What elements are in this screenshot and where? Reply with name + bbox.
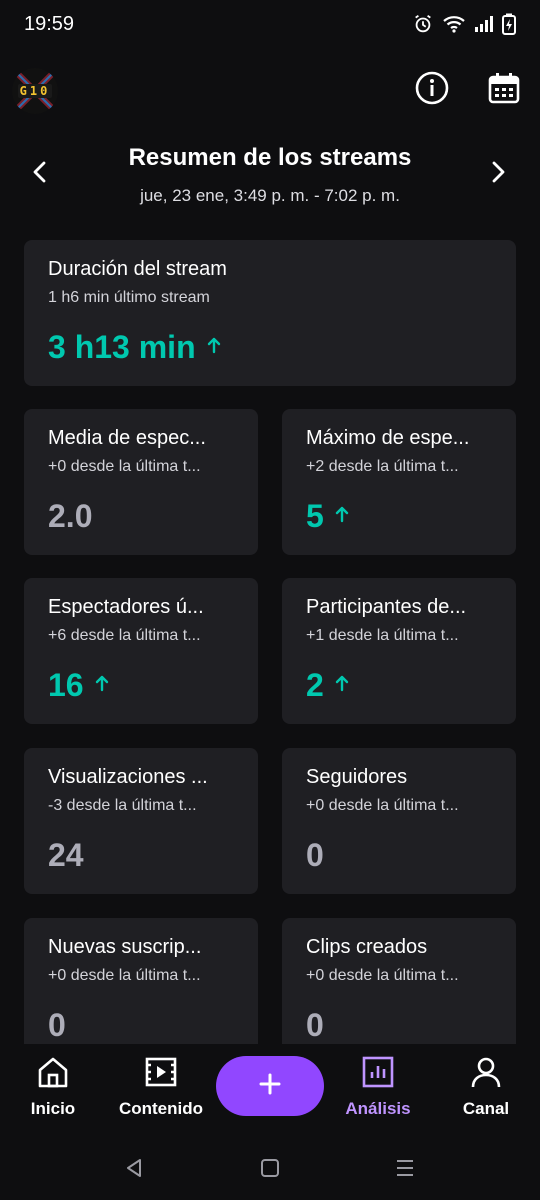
nav-item-inicio[interactable]: Inicio (0, 1056, 108, 1126)
nav-label: Contenido (118, 1099, 204, 1118)
stat-card-clips-created[interactable]: Clips creados +0 desde la última t... 0 (282, 918, 516, 1064)
card-title: Participantes de... (306, 596, 467, 618)
card-title: Seguidores (306, 766, 408, 788)
card-subtitle: -3 desde la última t... (48, 797, 197, 814)
plus-icon (258, 1072, 282, 1101)
page-title: Resumen de los streams (128, 144, 412, 171)
stat-card-chat-participants[interactable]: Participantes de... +1 desde la última t… (282, 578, 516, 724)
bottom-navigation: Inicio Contenido Análisis Canal (0, 1044, 540, 1140)
system-home-button[interactable] (252, 1152, 288, 1188)
menu-lines-icon (394, 1158, 416, 1183)
system-recents-button[interactable] (387, 1152, 423, 1188)
card-subtitle: +0 desde la última t... (48, 458, 201, 475)
film-icon (144, 1056, 178, 1093)
stat-card-followers[interactable]: Seguidores +0 desde la última t... 0 (282, 748, 516, 894)
nav-item-contenido[interactable]: Contenido (106, 1056, 216, 1126)
card-value: 2 (306, 667, 324, 703)
trend-up-icon (206, 336, 222, 359)
wifi-icon (442, 14, 466, 34)
card-value: 24 (48, 837, 84, 873)
card-subtitle: +0 desde la última t... (306, 967, 459, 984)
status-bar: 19:59 (0, 0, 540, 48)
profile-icon (469, 1056, 503, 1093)
card-value: 0 (48, 1007, 66, 1043)
card-subtitle: +6 desde la última t... (48, 627, 201, 644)
system-back-button[interactable] (116, 1152, 152, 1188)
card-title: Nuevas suscrip... (48, 936, 202, 958)
card-title: Clips creados (306, 936, 428, 958)
stat-card-average-viewers[interactable]: Media de espec... +0 desde la última t..… (24, 409, 258, 555)
analytics-icon (361, 1056, 395, 1093)
battery-charging-icon (502, 13, 516, 35)
top-bar: G10 (0, 62, 540, 118)
alarm-icon (412, 13, 434, 35)
card-subtitle: +0 desde la última t... (306, 797, 459, 814)
next-stream-button[interactable] (478, 154, 518, 194)
info-button[interactable] (412, 70, 452, 110)
home-icon (36, 1056, 70, 1093)
card-title: Media de espec... (48, 427, 206, 449)
stat-card-max-viewers[interactable]: Máximo de espe... +2 desde la última t..… (282, 409, 516, 555)
create-button[interactable] (216, 1056, 324, 1116)
stat-card-stream-duration[interactable]: Duración del stream 1 h6 min último stre… (24, 240, 516, 386)
nav-item-canal[interactable]: Canal (431, 1056, 540, 1126)
card-subtitle: 1 h6 min último stream (48, 289, 210, 306)
card-value: 16 (48, 667, 84, 703)
trend-up-icon (94, 674, 110, 697)
info-icon (415, 71, 449, 110)
calendar-icon (488, 72, 520, 109)
card-value: 0 (306, 1007, 324, 1043)
stat-card-unique-viewers[interactable]: Espectadores ú... +6 desde la última t..… (24, 578, 258, 724)
nav-label: Análisis (345, 1099, 411, 1118)
card-title: Duración del stream (48, 258, 227, 280)
card-title: Espectadores ú... (48, 596, 204, 618)
card-value: 5 (306, 498, 324, 534)
card-value: 3 h13 min (48, 329, 196, 365)
avatar[interactable]: G10 (12, 68, 58, 114)
trend-up-icon (334, 674, 350, 697)
nav-item-analisis[interactable]: Análisis (323, 1056, 433, 1126)
back-triangle-icon (123, 1157, 145, 1184)
signal-icon (474, 15, 494, 33)
calendar-button[interactable] (484, 70, 524, 110)
card-title: Máximo de espe... (306, 427, 470, 449)
status-time: 19:59 (24, 12, 75, 35)
avatar-text: G10 (17, 84, 53, 98)
nav-label: Inicio (30, 1099, 76, 1118)
stat-card-new-subscriptions[interactable]: Nuevas suscrip... +0 desde la última t..… (24, 918, 258, 1064)
stat-card-views[interactable]: Visualizaciones ... -3 desde la última t… (24, 748, 258, 894)
system-navigation-bar (0, 1140, 540, 1200)
summary-header: Resumen de los streams jue, 23 ene, 3:49… (0, 140, 540, 220)
card-subtitle: +2 desde la última t... (306, 458, 459, 475)
trend-up-icon (334, 505, 350, 528)
chevron-right-icon (489, 160, 507, 189)
card-value: 2.0 (48, 498, 93, 534)
home-square-icon (260, 1158, 280, 1183)
card-title: Visualizaciones ... (48, 766, 208, 788)
card-subtitle: +0 desde la última t... (48, 967, 201, 984)
nav-label: Canal (462, 1099, 510, 1118)
card-value: 0 (306, 837, 324, 873)
stream-date-range: jue, 23 ene, 3:49 p. m. - 7:02 p. m. (140, 186, 400, 205)
status-icons (412, 13, 516, 35)
card-subtitle: +1 desde la última t... (306, 627, 459, 644)
